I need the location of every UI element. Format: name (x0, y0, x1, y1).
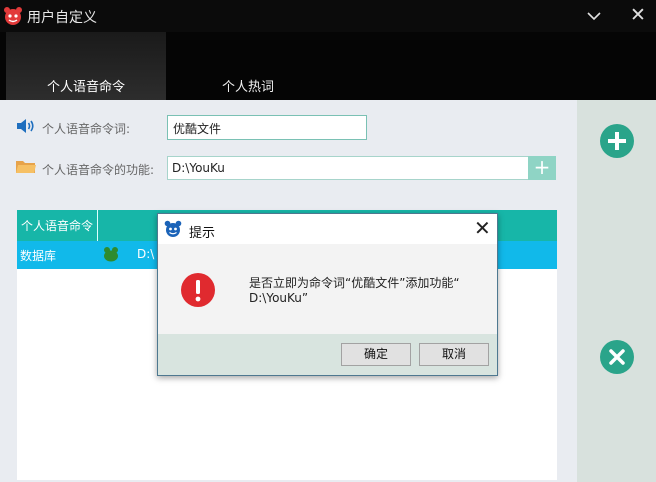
folder-icon (16, 159, 36, 173)
window-close-button[interactable]: ✕ (630, 6, 646, 25)
delete-command-button[interactable] (600, 340, 634, 374)
chevron-down-icon (587, 12, 601, 21)
add-command-button[interactable] (600, 124, 634, 158)
table-cell-path: D:\ (137, 247, 155, 261)
title-bar (0, 0, 656, 32)
error-icon (181, 273, 215, 307)
command-function-label: 个人语音命令的功能: (42, 163, 155, 177)
dialog-title: 提示 (189, 226, 216, 241)
dialog-message-line2: D:\YouKu” (249, 291, 309, 305)
command-word-input[interactable]: 优酷文件 (167, 115, 367, 140)
cancel-button[interactable]: 取消 (419, 343, 489, 366)
table-cell-name: 数据库 (20, 249, 57, 263)
window-title: 用户自定义 (27, 10, 97, 26)
close-icon (609, 349, 625, 365)
frog-icon (103, 246, 119, 262)
dialog-message-line1: 是否立即为命令词“优酷文件”添加功能“ (249, 276, 460, 290)
speaker-icon (16, 118, 36, 134)
dialog-close-button[interactable]: ✕ (474, 218, 491, 238)
column-header-command[interactable]: 个人语音命令 (17, 210, 98, 241)
ok-button[interactable]: 确定 (341, 343, 411, 366)
command-function-input[interactable]: D:\YouKu (167, 156, 529, 180)
minimize-button[interactable] (586, 8, 602, 24)
command-word-label: 个人语音命令词: (42, 122, 131, 136)
dialog-logo-icon (164, 220, 182, 238)
function-add-button[interactable]: + (528, 156, 556, 180)
app-logo-icon (3, 6, 23, 26)
tab-voice-commands-label[interactable]: 个人语音命令 (47, 76, 125, 95)
tab-hot-words-label[interactable]: 个人热词 (222, 76, 274, 95)
plus-icon (608, 132, 626, 150)
